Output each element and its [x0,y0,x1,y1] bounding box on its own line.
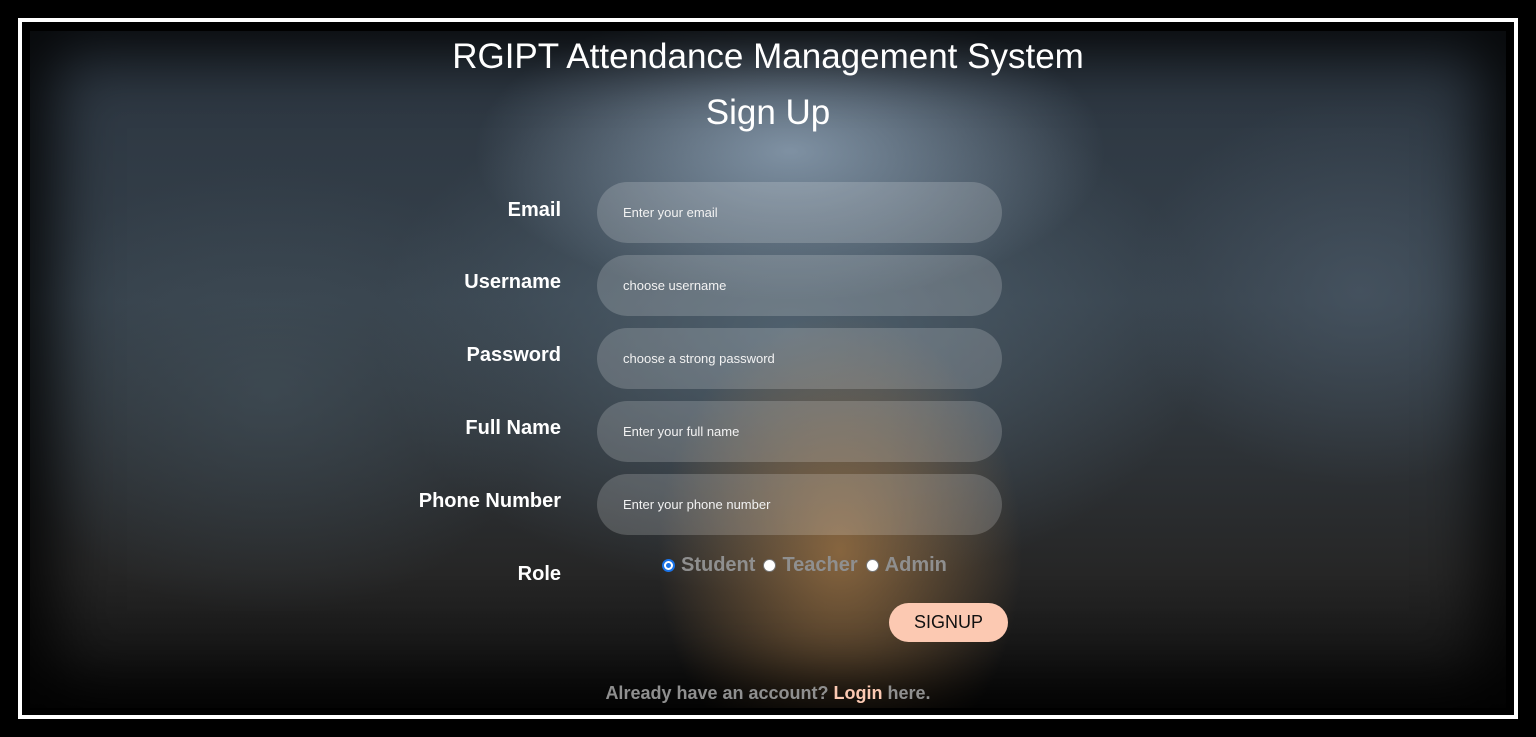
form-heading: Sign Up [705,93,831,132]
role-radio-teacher[interactable] [763,558,777,572]
page-title: RGIPT Attendance Management System [452,37,1084,76]
role-radio-admin[interactable] [865,558,879,572]
username-label: Username [464,271,561,293]
phone-number-field[interactable] [597,474,1002,535]
login-link[interactable]: Login [834,683,883,703]
role-option-label: Teacher [782,553,858,576]
phone-number-label: Phone Number [418,490,561,512]
username-field[interactable] [597,255,1002,316]
password-field[interactable] [597,328,1002,389]
full-name-label: Full Name [465,417,561,439]
role-option-label: Admin [884,553,947,576]
role-option-label: Student [681,553,756,576]
role-label: Role [517,563,561,585]
role-radio-student[interactable] [662,558,675,572]
password-label: Password [466,344,561,366]
login-prompt-suffix: here. [887,683,931,703]
full-name-field[interactable] [597,401,1002,462]
login-prompt: Already have an account? Login here. [0,683,1536,704]
login-prompt-text: Already have an account? [605,683,829,703]
email-label: Email [507,199,561,221]
signup-button[interactable]: SIGNUP [889,603,1008,642]
email-field[interactable] [597,182,1002,243]
role-radio-group: Student Teacher Admin [660,553,953,577]
